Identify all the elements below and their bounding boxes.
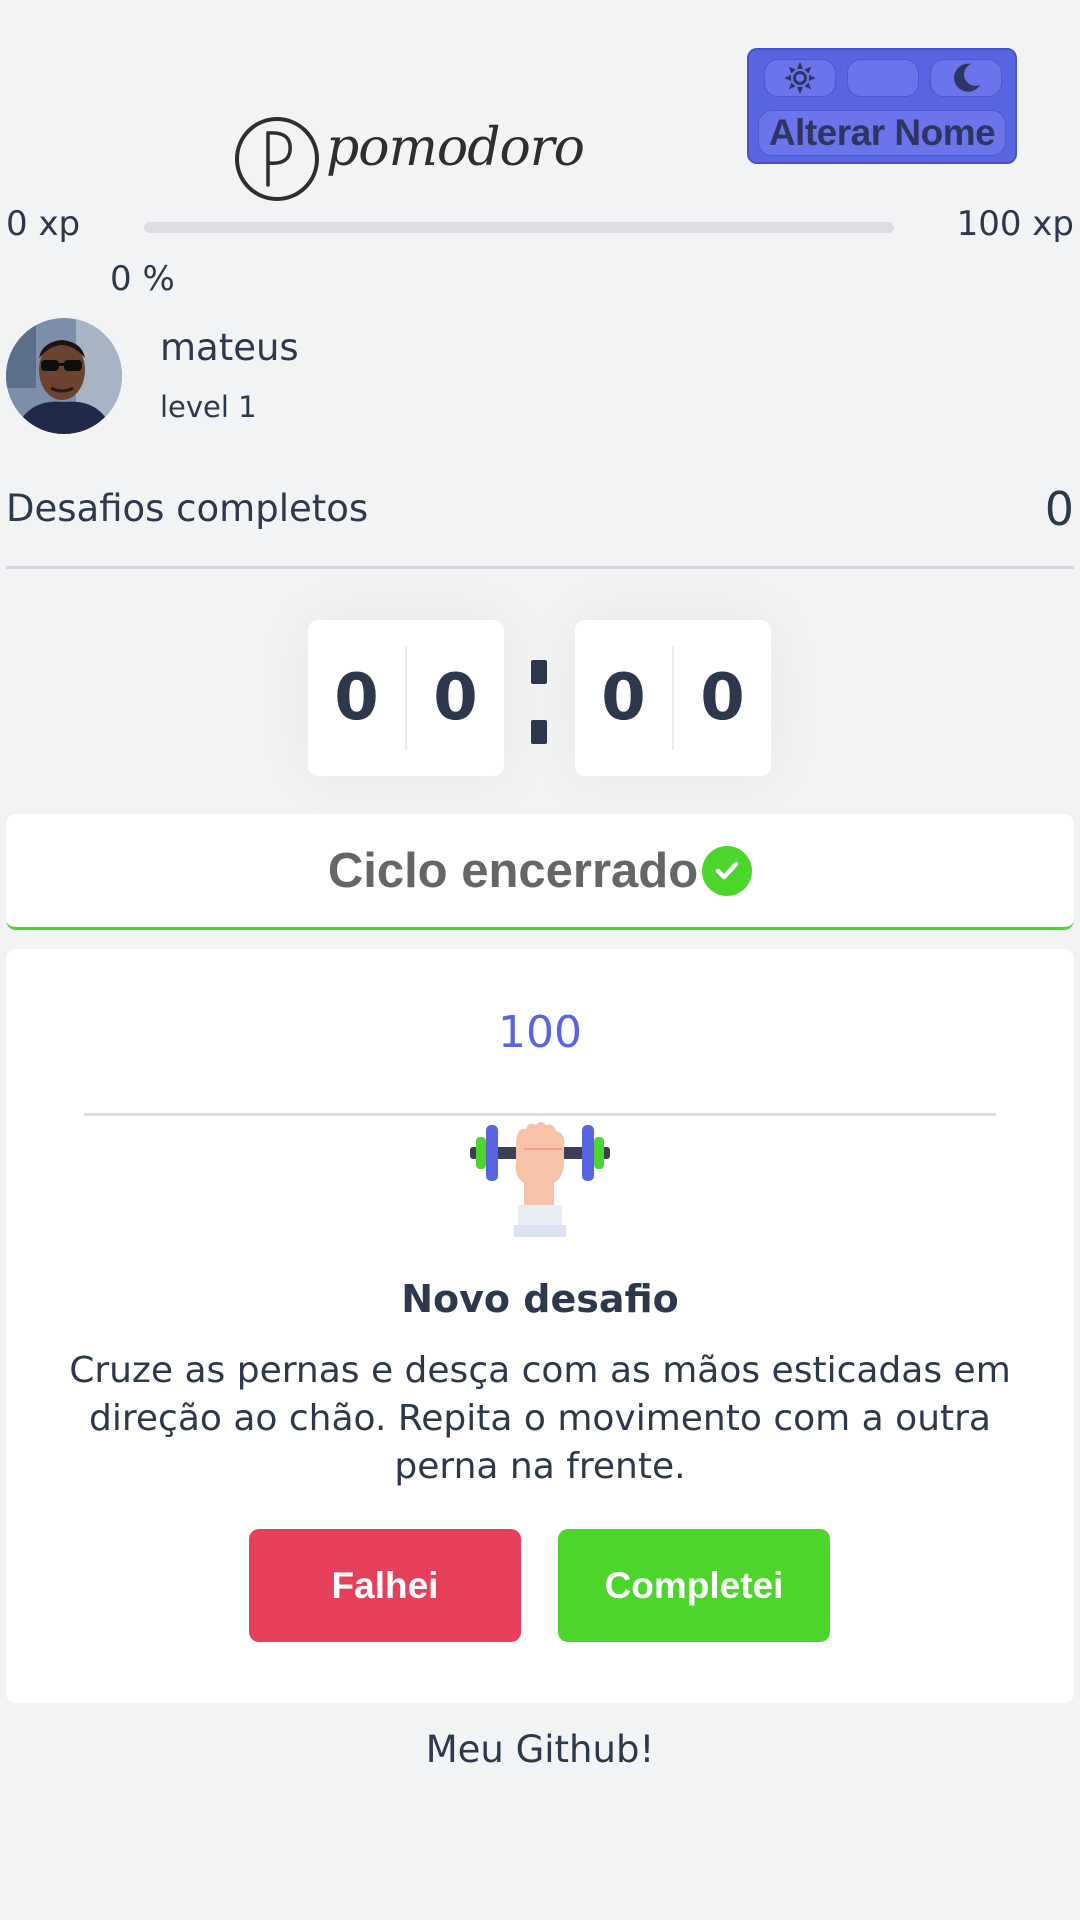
avatar — [6, 318, 122, 434]
xp-current: 0 xp — [6, 204, 81, 244]
profile-name: mateus — [160, 326, 299, 369]
timer-digit: 0 — [433, 661, 478, 735]
divider — [6, 566, 1074, 569]
timer-digit: 0 — [308, 646, 407, 750]
logo-text: pomodoro — [326, 118, 585, 178]
timer-seconds: 0 0 — [575, 620, 771, 776]
cycle-status-label: Ciclo encerrado — [327, 843, 699, 898]
timer-separator — [528, 660, 548, 744]
fail-button[interactable]: Falhei — [249, 1529, 521, 1642]
complete-button[interactable]: Completei — [558, 1529, 830, 1642]
theme-toggle-button[interactable] — [847, 59, 919, 97]
cycle-status-button[interactable]: Ciclo encerrado — [6, 814, 1074, 930]
xp-percent: 0 % — [110, 259, 175, 299]
timer-digit: 0 — [575, 646, 674, 750]
moon-icon — [954, 63, 980, 92]
timer-digit: 0 — [700, 661, 745, 735]
sun-icon — [784, 62, 816, 94]
pomodoro-logo-icon — [235, 117, 319, 201]
timer-minutes: 0 0 — [308, 620, 504, 776]
completed-challenges-count: 0 — [1044, 482, 1074, 536]
xp-progress-bar — [144, 222, 894, 233]
challenge-xp: 100 — [498, 1007, 582, 1058]
challenge-description: Cruze as pernas e desça com as mãos esti… — [69, 1350, 1011, 1487]
theme-switcher: Alterar Nome — [747, 48, 1017, 164]
check-circle-icon — [702, 845, 753, 896]
dumbbell-body-icon — [470, 1122, 610, 1237]
dark-theme-button[interactable] — [930, 59, 1002, 97]
challenge-card: 100 Novo desafio Cruze as pernas e desça… — [6, 949, 1074, 1703]
challenge-divider — [84, 1113, 996, 1116]
challenge-title: Novo desafio — [401, 1277, 679, 1321]
xp-next-level: 100 xp — [956, 204, 1074, 244]
completed-challenges-label: Desafios completos — [6, 487, 369, 530]
rename-button[interactable]: Alterar Nome — [758, 110, 1006, 156]
profile-level: level 1 — [160, 390, 257, 424]
github-link[interactable]: Meu Github! — [0, 1728, 1080, 1771]
light-theme-button[interactable] — [764, 59, 836, 97]
